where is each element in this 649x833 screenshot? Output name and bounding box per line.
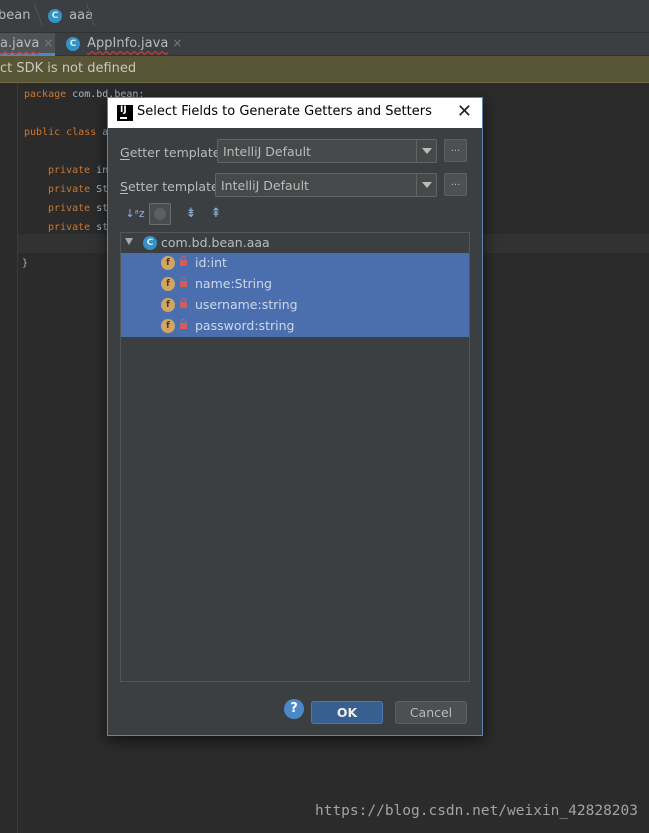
code-line-class: public class a [24, 127, 109, 138]
tree-root-label: com.bd.bean.aaa [161, 235, 270, 250]
chevron-down-icon[interactable] [416, 174, 436, 196]
field-label: password:string [195, 318, 295, 333]
collapse-all-icon[interactable]: ⇞ [205, 203, 227, 225]
tab-a-java[interactable]: a.java × [0, 33, 55, 56]
editor-tabs: a.java × C AppInfo.java × [0, 33, 649, 56]
intellij-logo-icon: IJ [117, 105, 133, 121]
warning-text: ct SDK is not defined [0, 61, 137, 76]
chevron-down-icon[interactable] [416, 140, 436, 162]
breadcrumb-item-bean[interactable]: bean [0, 8, 30, 23]
field-label: name:String [195, 276, 272, 291]
gutter-divider [17, 83, 18, 833]
setter-template-select[interactable]: IntelliJ Default [215, 173, 437, 197]
close-tab-icon[interactable]: × [172, 36, 182, 50]
code-line-field: private st [48, 203, 109, 214]
field-icon: f [161, 256, 175, 270]
getter-template-browse-button[interactable]: ... [444, 139, 467, 162]
help-icon[interactable]: ? [284, 699, 304, 719]
close-tab-icon[interactable]: × [43, 36, 53, 50]
private-lock-icon [180, 277, 187, 287]
field-icon: f [161, 277, 175, 291]
cancel-button[interactable]: Cancel [395, 701, 467, 724]
show-classes-toggle-icon[interactable] [149, 203, 171, 225]
dialog-titlebar[interactable]: IJ Select Fields to Generate Getters and… [108, 98, 482, 128]
getter-template-value: IntelliJ Default [223, 144, 311, 159]
tree-field-row[interactable]: f name:String [121, 274, 469, 295]
class-icon: C [66, 37, 80, 51]
tree-field-row[interactable]: f username:string [121, 295, 469, 316]
sort-alphabetically-icon[interactable]: ↓ᵃz [124, 203, 146, 225]
code-line-brace: } [22, 258, 29, 269]
field-label: id:int [195, 255, 227, 270]
field-label: username:string [195, 297, 298, 312]
class-icon: C [143, 236, 157, 250]
getter-template-select[interactable]: IntelliJ Default [217, 139, 437, 163]
code-line-field: private St [48, 184, 109, 195]
package-label: bean [0, 8, 31, 23]
member-tree[interactable]: C com.bd.bean.aaa f id:int f name:String… [120, 232, 470, 682]
expand-all-icon[interactable]: ⇟ [180, 203, 202, 225]
ok-button[interactable]: OK [311, 701, 383, 724]
tree-field-row[interactable]: f id:int [121, 253, 469, 274]
watermark: https://blog.csdn.net/weixin_42828203 [314, 803, 638, 819]
private-lock-icon [180, 319, 187, 329]
field-icon: f [161, 319, 175, 333]
setter-template-value: IntelliJ Default [221, 178, 309, 193]
tab-label: AppInfo.java [87, 36, 169, 51]
code-line-field: private st [48, 222, 109, 233]
tree-field-row[interactable]: f password:string [121, 316, 469, 337]
private-lock-icon [180, 256, 187, 266]
setter-template-browse-button[interactable]: ... [444, 173, 467, 196]
breadcrumb: bean C aaa [0, 0, 649, 33]
code-line-field: private in [48, 165, 109, 176]
setter-template-label: Setter template: [120, 179, 223, 194]
sdk-warning-banner: ct SDK is not defined [0, 56, 649, 83]
field-icon: f [161, 298, 175, 312]
private-lock-icon [180, 298, 187, 308]
expand-triangle-icon[interactable] [125, 238, 133, 245]
getter-template-label: Getter template: [120, 145, 225, 160]
class-icon: C [48, 9, 62, 23]
generate-getters-setters-dialog: IJ Select Fields to Generate Getters and… [107, 97, 483, 736]
tab-label: a.java [0, 36, 40, 51]
close-icon[interactable]: ✕ [457, 101, 472, 123]
tab-appinfo-java[interactable]: C AppInfo.java × [58, 33, 182, 56]
dialog-title: Select Fields to Generate Getters and Se… [137, 104, 432, 119]
tree-root-class[interactable]: C com.bd.bean.aaa [121, 233, 469, 253]
